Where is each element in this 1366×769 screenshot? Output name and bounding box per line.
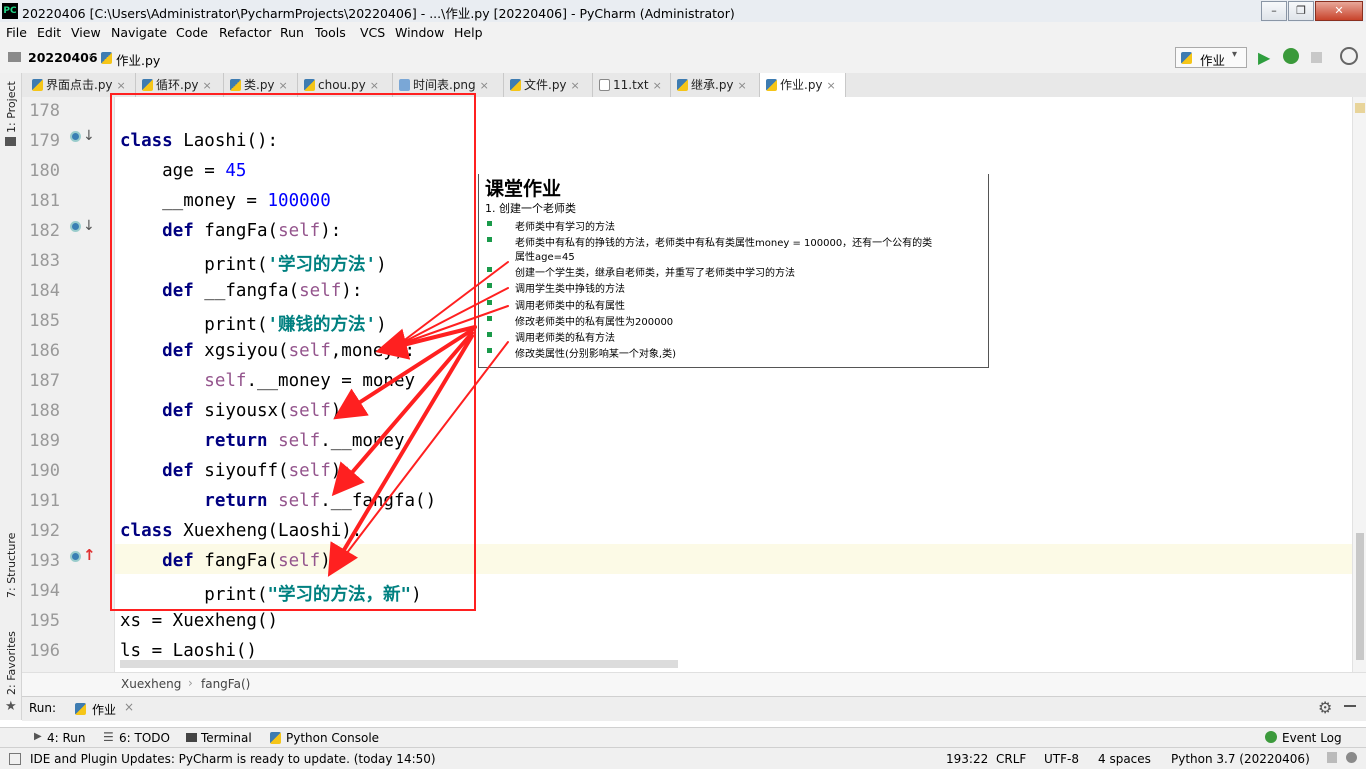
annotation-arrow-thin [397, 305, 509, 346]
chevron-right-icon: › [188, 676, 193, 690]
toolwindow-event-log[interactable]: Event Log [1282, 731, 1342, 745]
toolwindow-terminal[interactable]: Terminal [201, 731, 252, 745]
indent-setting[interactable]: 4 spaces [1098, 752, 1151, 766]
annotation-arrows [327, 261, 509, 577]
status-message[interactable]: IDE and Plugin Updates: PyCharm is ready… [30, 752, 436, 766]
run-panel-header: Run: 作业 × ⚙ [22, 696, 1366, 721]
run-label: Run: [29, 701, 57, 715]
gear-icon[interactable]: ⚙ [1318, 698, 1332, 717]
toolwindow-run[interactable]: 4: Run [47, 731, 86, 745]
annotation-arrow-thin [339, 341, 509, 563]
file-encoding[interactable]: UTF-8 [1044, 752, 1079, 766]
annotation-arrow-to-fangfa [327, 334, 474, 577]
annotation-arrow-thin [397, 287, 509, 346]
breadcrumb-method[interactable]: fangFa() [201, 677, 250, 691]
tool-window-bar: ▶ 4: Run ☰ 6: TODO Terminal Python Conso… [0, 727, 1366, 748]
status-toggle-icon[interactable] [9, 753, 21, 765]
minimize-panel-icon[interactable] [1344, 705, 1356, 707]
breadcrumb-class[interactable]: Xuexheng [121, 677, 181, 691]
breadcrumb: Xuexheng › fangFa() [22, 672, 1366, 697]
python-file-icon [75, 703, 86, 715]
lock-icon[interactable] [1327, 752, 1337, 763]
inspector-face-icon[interactable] [1346, 752, 1357, 763]
terminal-icon [186, 733, 197, 742]
python-interpreter[interactable]: Python 3.7 (20220406) [1171, 752, 1310, 766]
line-separator[interactable]: CRLF [996, 752, 1026, 766]
python-console-icon [270, 732, 281, 744]
event-log-icon [1265, 731, 1277, 743]
toolwindow-python-console[interactable]: Python Console [286, 731, 379, 745]
caret-position[interactable]: 193:22 [946, 752, 988, 766]
toolwindow-todo[interactable]: 6: TODO [119, 731, 170, 745]
annotation-arrow-to-siyouff [331, 331, 474, 497]
status-bar: IDE and Plugin Updates: PyCharm is ready… [0, 747, 1366, 769]
close-tab-icon[interactable]: × [124, 700, 134, 714]
run-icon: ▶ [34, 731, 42, 742]
run-tab-zuoye[interactable]: 作业 [92, 701, 116, 718]
todo-list-icon: ☰ [103, 730, 114, 744]
